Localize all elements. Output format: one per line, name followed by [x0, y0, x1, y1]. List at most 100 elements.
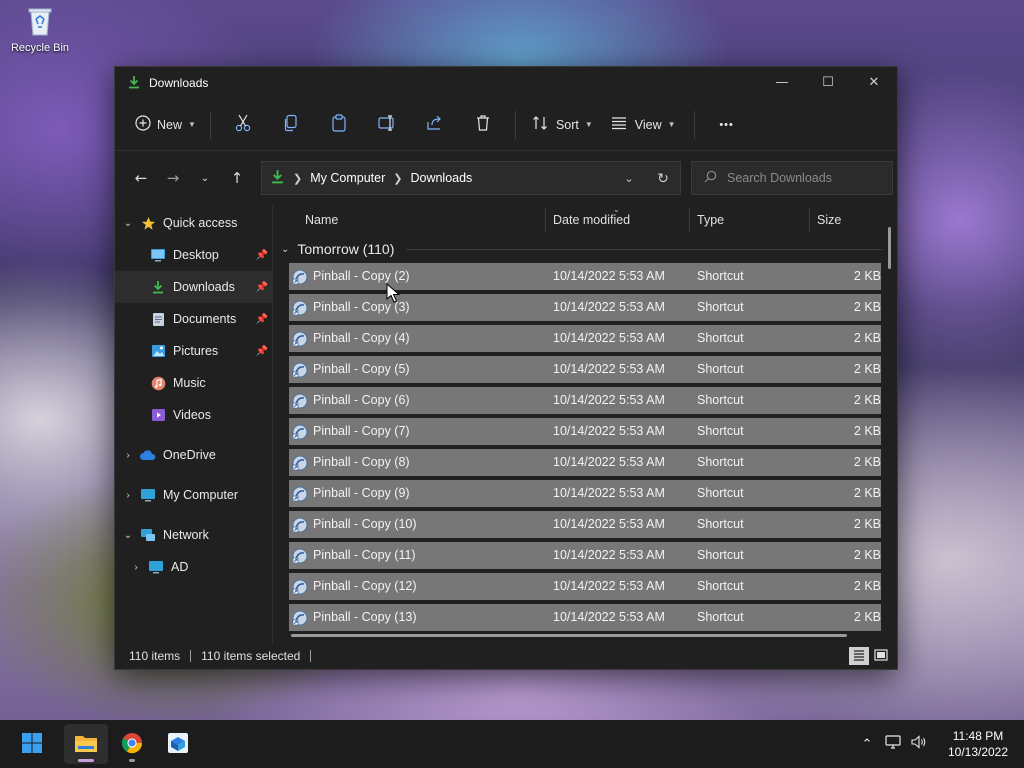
maximize-button[interactable]: ☐	[805, 67, 851, 97]
clock[interactable]: 11:48 PM 10/13/2022	[932, 728, 1024, 760]
show-hidden-icons-button[interactable]: ⌃	[854, 737, 880, 752]
delete-button[interactable]	[459, 108, 507, 142]
file-row[interactable]: Pinball - Copy (12) 10/14/2022 5:53 AM Sho…	[289, 573, 881, 600]
item-count: 110 items	[129, 649, 181, 663]
search-icon	[704, 170, 717, 186]
volume-button[interactable]	[906, 735, 932, 753]
copy-button[interactable]	[267, 108, 315, 142]
breadcrumb-downloads[interactable]: Downloads	[410, 171, 472, 185]
sidebar-item-downloads[interactable]: Downloads 📌	[115, 271, 272, 303]
file-name: Pinball - Copy (8)	[313, 455, 410, 469]
recycle-bin-shortcut[interactable]: Recycle Bin	[6, 4, 74, 54]
file-size: 2 KB	[853, 331, 881, 345]
file-row[interactable]: Pinball - Copy (9) 10/14/2022 5:53 AM Shor…	[289, 480, 881, 507]
recycle-bin-label: Recycle Bin	[10, 42, 70, 54]
sidebar-item-quick-access[interactable]: ⌄ Quick access	[115, 207, 272, 239]
chevron-up-icon: ⌃	[861, 736, 873, 752]
address-bar[interactable]: ❯ My Computer ❯ Downloads ⌄ ↻	[261, 161, 681, 195]
sidebar-label: Downloads	[173, 280, 235, 294]
cloud-icon	[139, 446, 157, 464]
more-options-button[interactable]: •••	[703, 108, 751, 142]
shortcut-icon	[291, 299, 309, 317]
sidebar-item-desktop[interactable]: Desktop 📌	[115, 239, 272, 271]
sidebar-label: Videos	[173, 408, 211, 422]
sidebar-item-videos[interactable]: Videos	[115, 399, 272, 431]
file-row[interactable]: Pinball - Copy (6) 10/14/2022 5:53 AM Shor…	[289, 387, 881, 414]
file-type: Shortcut	[697, 455, 744, 469]
sidebar-item-ad[interactable]: › AD	[115, 551, 272, 583]
new-label: New	[157, 117, 183, 132]
file-row[interactable]: Pinball - Copy (4) 10/14/2022 5:53 AM Shor…	[289, 325, 881, 352]
large-icons-view-icon	[874, 648, 888, 664]
shortcut-icon	[291, 361, 309, 379]
shortcut-icon	[291, 392, 309, 410]
close-button[interactable]: ✕	[851, 67, 897, 97]
documents-icon	[149, 310, 167, 328]
sidebar-item-my-computer[interactable]: › My Computer	[115, 479, 272, 511]
search-placeholder: Search Downloads	[727, 171, 832, 185]
column-divider[interactable]	[545, 207, 546, 233]
star-icon	[139, 214, 157, 232]
column-header-size[interactable]: Size	[817, 213, 841, 227]
file-date: 10/14/2022 5:53 AM	[553, 300, 665, 314]
file-row[interactable]: Pinball - Copy (7) 10/14/2022 5:53 AM Shor…	[289, 418, 881, 445]
file-date: 10/14/2022 5:53 AM	[553, 610, 665, 624]
breadcrumb-my-computer[interactable]: My Computer	[310, 171, 385, 185]
file-row[interactable]: Pinball - Copy (13) 10/14/2022 5:53 AM Sho…	[289, 604, 881, 631]
forward-button[interactable]: →	[157, 162, 189, 194]
recent-locations-button[interactable]: ⌄	[189, 162, 221, 194]
chevron-down-icon: ⌄	[123, 217, 133, 229]
share-button[interactable]	[411, 108, 459, 142]
taskbar: ⌃ 11:48 PM 10/13/2022	[0, 720, 1024, 768]
column-header-type[interactable]: Type	[697, 213, 724, 227]
pin-icon: 📌	[255, 281, 268, 293]
sidebar-item-onedrive[interactable]: › OneDrive	[115, 439, 272, 471]
file-row[interactable]: Pinball - Copy (5) 10/14/2022 5:53 AM Shor…	[289, 356, 881, 383]
sort-button[interactable]: Sort ▼	[524, 108, 601, 142]
minimize-button[interactable]: —	[759, 67, 805, 97]
sidebar-item-pictures[interactable]: Pictures 📌	[115, 335, 272, 367]
up-button[interactable]: ↑	[221, 162, 253, 194]
sidebar-item-network[interactable]: ⌄ Network	[115, 519, 272, 551]
title-bar[interactable]: Downloads — ☐ ✕	[115, 67, 897, 99]
windows-logo-icon	[21, 732, 43, 757]
sidebar-item-documents[interactable]: Documents 📌	[115, 303, 272, 335]
large-icons-view-button[interactable]	[871, 647, 891, 665]
taskbar-file-explorer[interactable]	[64, 724, 108, 764]
chevron-down-icon: ⌄	[200, 172, 210, 184]
address-history-button[interactable]: ⌄	[612, 172, 646, 185]
search-box[interactable]: Search Downloads	[691, 161, 893, 195]
file-size: 2 KB	[853, 579, 881, 593]
active-indicator	[78, 759, 94, 762]
taskbar-chrome[interactable]	[110, 724, 154, 764]
column-header-date[interactable]: Date modified	[553, 213, 630, 227]
column-divider[interactable]	[689, 207, 690, 233]
refresh-button[interactable]: ↻	[646, 170, 680, 187]
file-list: ⌄ Name Date modified Type Size ⌄ Tomorro…	[273, 205, 897, 645]
cut-button[interactable]	[219, 108, 267, 142]
details-view-button[interactable]	[849, 647, 869, 665]
taskbar-sandbox-app[interactable]	[156, 724, 200, 764]
sidebar-item-music[interactable]: Music	[115, 367, 272, 399]
view-button[interactable]: View ▼	[601, 108, 686, 142]
back-button[interactable]: ←	[125, 162, 157, 194]
group-header[interactable]: ⌄ Tomorrow (110)	[273, 235, 897, 263]
file-row[interactable]: Pinball - Copy (3) 10/14/2022 5:53 AM Shor…	[289, 294, 881, 321]
network-status-button[interactable]	[880, 735, 906, 753]
horizontal-scrollbar[interactable]	[291, 634, 847, 637]
file-size: 2 KB	[853, 517, 881, 531]
file-row[interactable]: Pinball - Copy (11) 10/14/2022 5:53 AM Sho…	[289, 542, 881, 569]
new-button[interactable]: New ▼	[129, 108, 202, 142]
vertical-scrollbar[interactable]	[888, 227, 891, 269]
details-view-icon	[853, 649, 865, 664]
speaker-icon	[911, 735, 927, 753]
rename-button[interactable]	[363, 108, 411, 142]
file-row[interactable]: Pinball - Copy (10) 10/14/2022 5:53 AM Sho…	[289, 511, 881, 538]
column-header-name[interactable]: Name	[305, 213, 338, 227]
start-button[interactable]	[10, 724, 54, 764]
paste-button[interactable]	[315, 108, 363, 142]
file-row[interactable]: Pinball - Copy (8) 10/14/2022 5:53 AM Shor…	[289, 449, 881, 476]
file-row[interactable]: Pinball - Copy (2) 10/14/2022 5:53 AM Shor…	[289, 263, 881, 290]
column-divider[interactable]	[809, 207, 810, 233]
trash-icon	[475, 114, 491, 135]
